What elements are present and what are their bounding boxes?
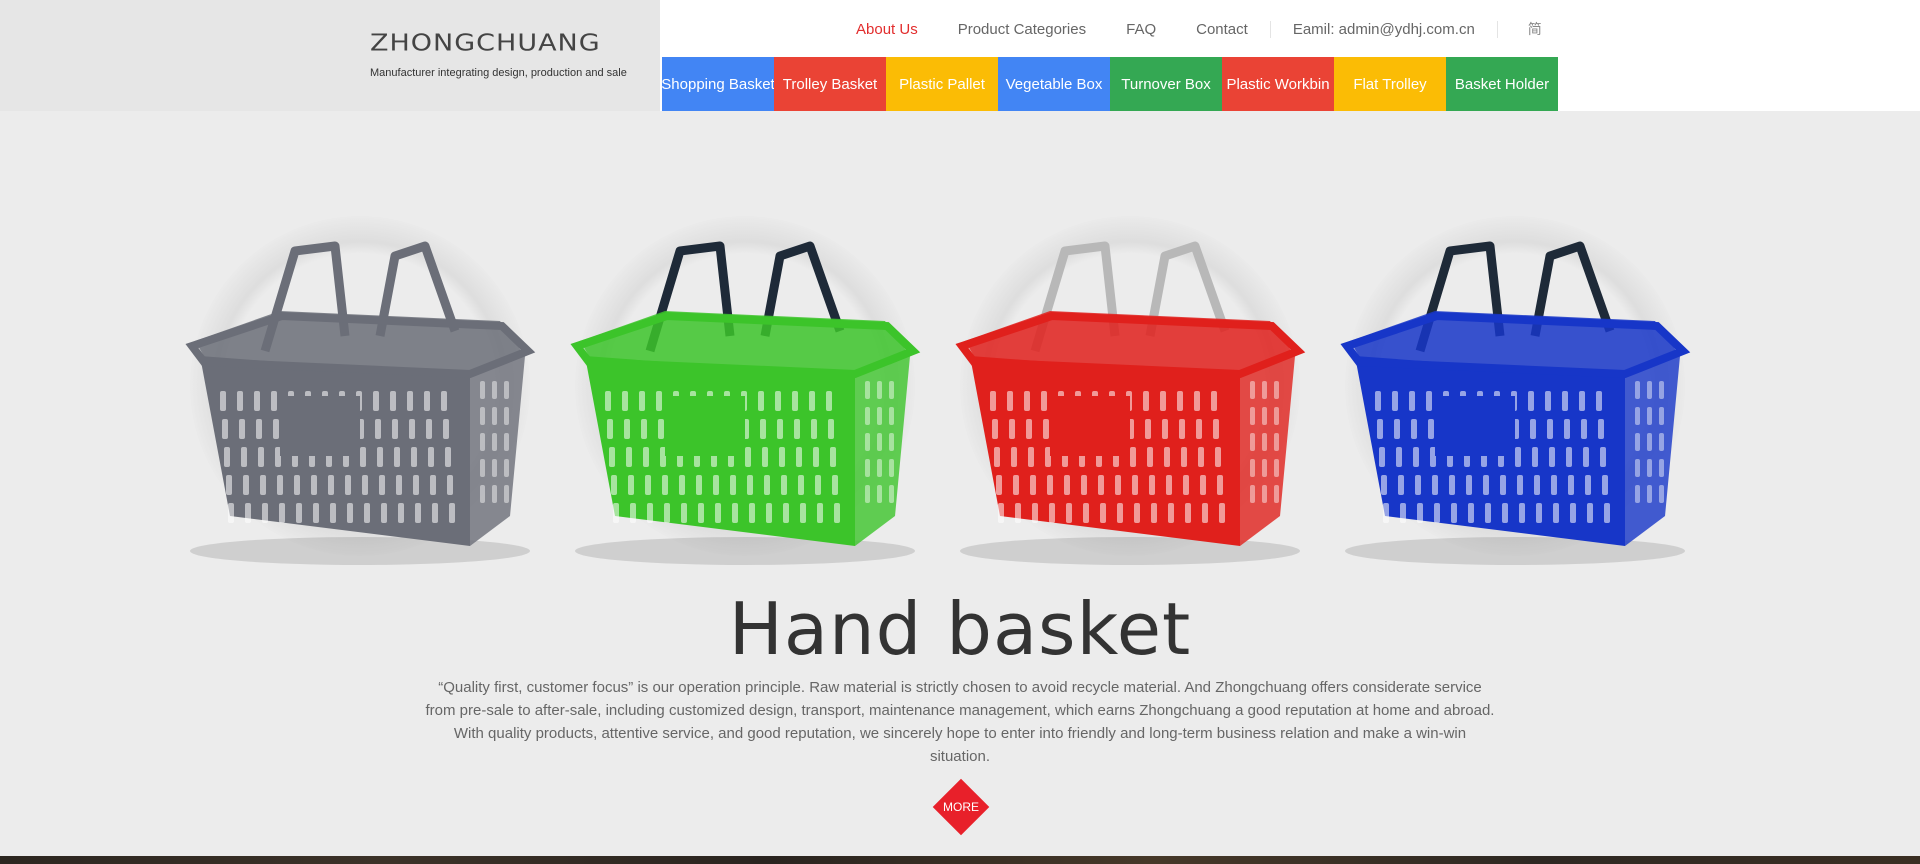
nav-product-categories[interactable]: Product Categories (938, 21, 1106, 38)
basket-image-green (555, 216, 935, 576)
nav-about-us[interactable]: About Us (836, 21, 938, 38)
tagline: Manufacturer integrating design, product… (370, 67, 627, 79)
footer-image-strip (0, 856, 1920, 864)
brand-panel: ZHONGCHUANG Manufacturer integrating des… (0, 0, 660, 111)
basket-gray-graphic (185, 241, 536, 565)
category-trolley-basket[interactable]: Trolley Basket (774, 57, 886, 111)
hero-description: “Quality first, customer focus” is our o… (425, 679, 1495, 765)
basket-image-gray (170, 216, 550, 576)
category-turnover-box[interactable]: Turnover Box (1110, 57, 1222, 111)
basket-image-red (940, 216, 1320, 576)
category-flat-trolley[interactable]: Flat Trolley (1334, 57, 1446, 111)
logo[interactable]: ZHONGCHUANG (370, 30, 601, 56)
nav-faq[interactable]: FAQ (1106, 21, 1176, 38)
top-nav: About Us Product Categories FAQ Contact … (836, 18, 1542, 40)
category-plastic-pallet[interactable]: Plastic Pallet (886, 57, 998, 111)
contact-email[interactable]: Eamil: admin@ydhj.com.cn (1269, 20, 1498, 38)
nav-contact[interactable]: Contact (1176, 21, 1268, 38)
site-header: ZHONGCHUANG Manufacturer integrating des… (0, 0, 1920, 111)
basket-image-blue (1325, 216, 1705, 576)
category-vegetable-box[interactable]: Vegetable Box (998, 57, 1110, 111)
hero-banner: Hand basket “Quality first, customer foc… (0, 111, 1920, 856)
category-shopping-basket[interactable]: Shopping Basket (661, 57, 775, 111)
hero-title: Hand basket (728, 587, 1192, 671)
basket-green-graphic (570, 241, 921, 565)
category-nav: Shopping Basket Trolley Basket Plastic P… (661, 57, 1558, 111)
basket-red-graphic (955, 241, 1306, 565)
more-button-label: MORE (943, 800, 979, 814)
category-plastic-workbin[interactable]: Plastic Workbin (1222, 57, 1334, 111)
basket-blue-graphic (1340, 241, 1691, 565)
language-switch[interactable]: 简 (1498, 19, 1542, 39)
more-button[interactable]: MORE (932, 778, 990, 836)
category-basket-holder[interactable]: Basket Holder (1446, 57, 1558, 111)
